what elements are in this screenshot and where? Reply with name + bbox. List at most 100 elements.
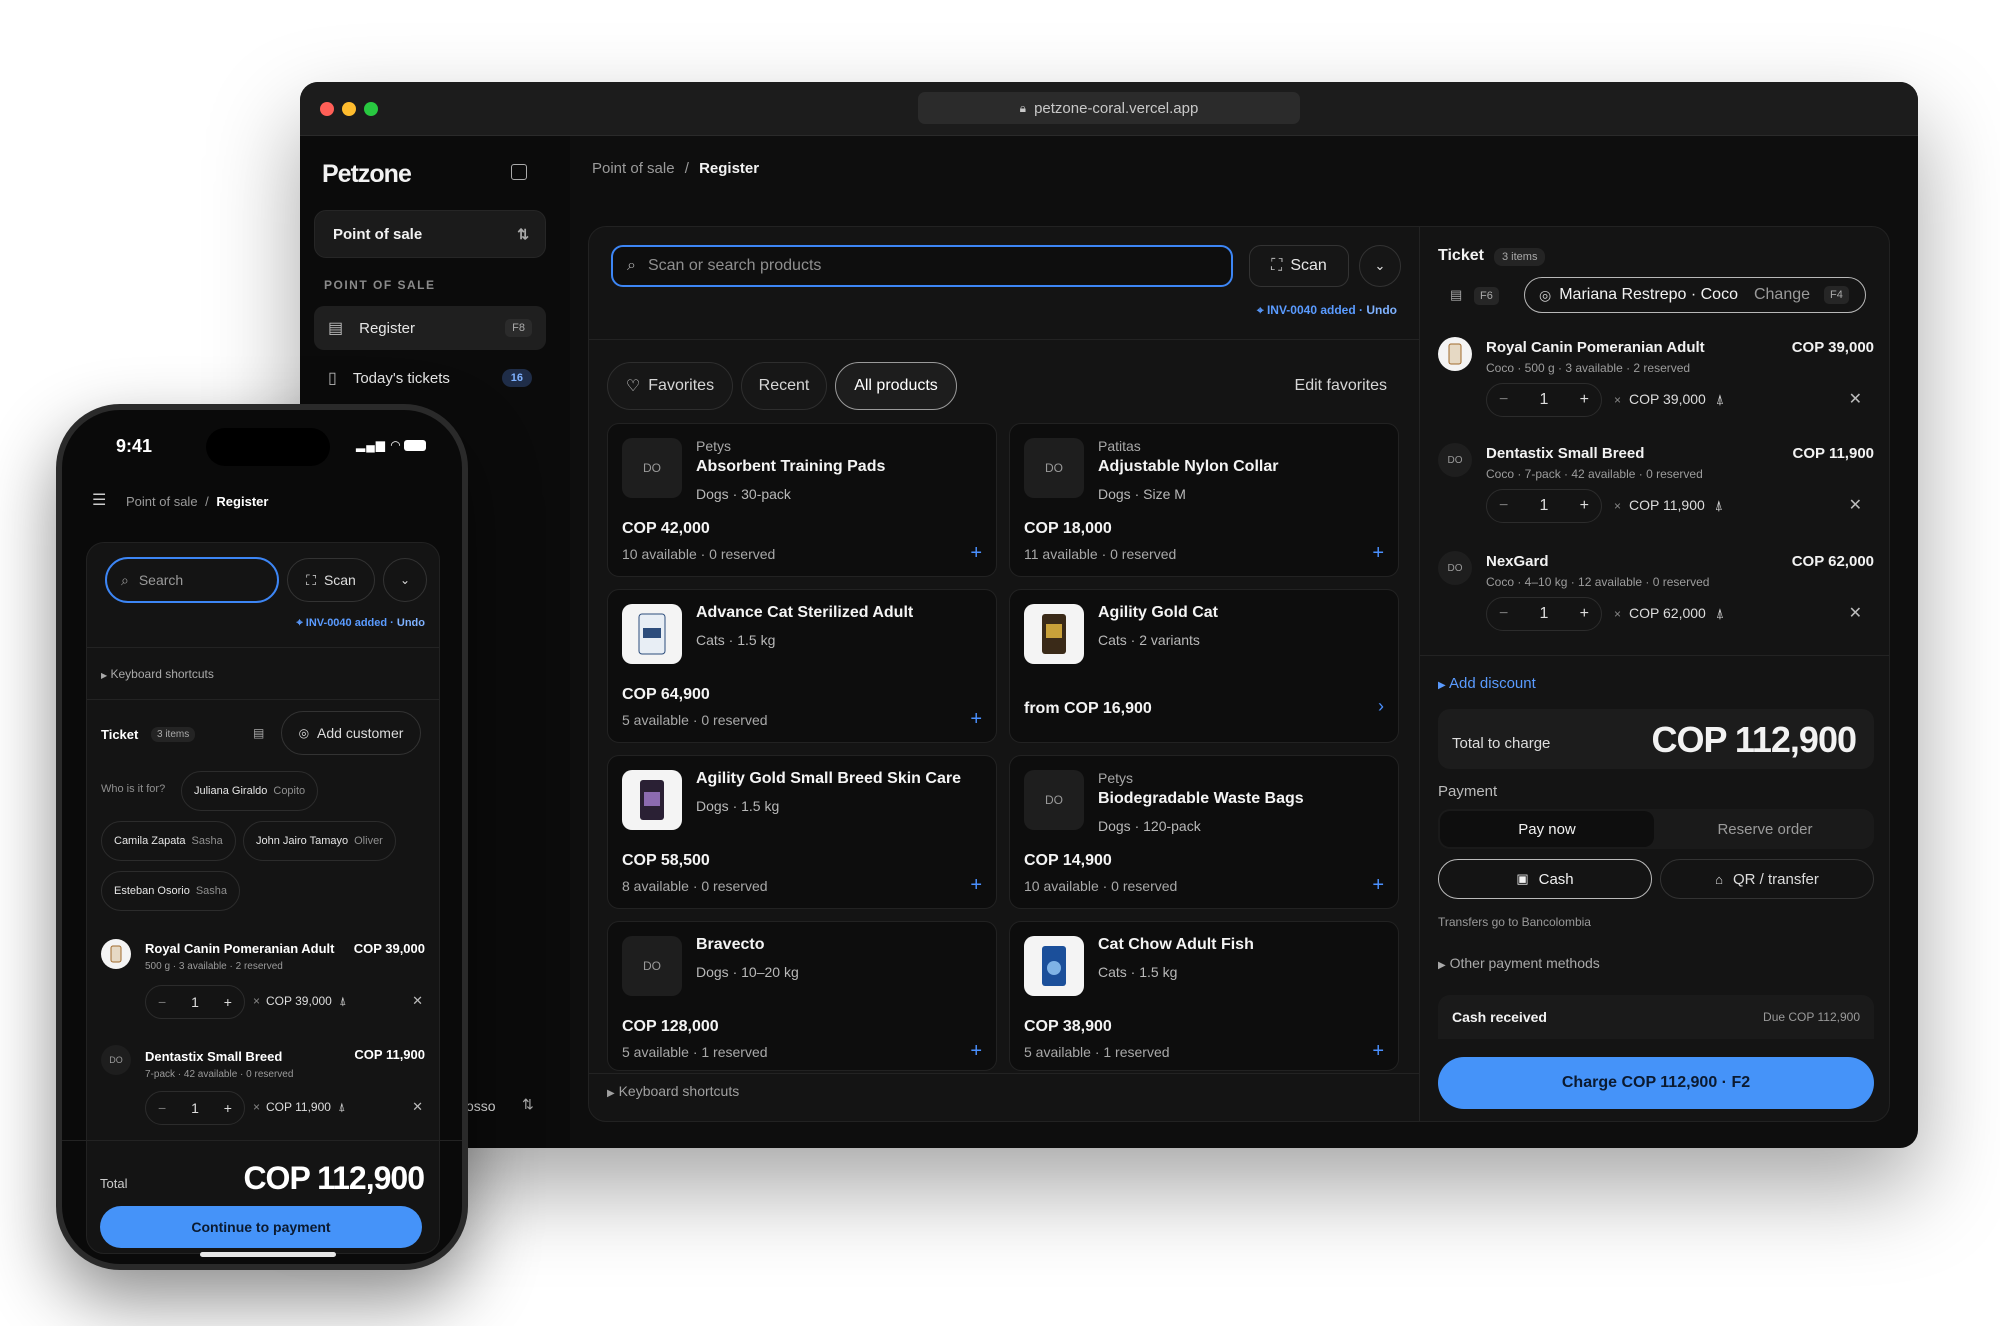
- scan-button[interactable]: ⛶ Scan: [1249, 245, 1349, 287]
- mode-select[interactable]: Point of sale ⇅: [314, 210, 546, 258]
- customer-chip[interactable]: Esteban Osorio Sasha: [101, 871, 241, 911]
- add-to-ticket-icon[interactable]: +: [970, 874, 982, 897]
- plus-icon[interactable]: +: [224, 994, 232, 1010]
- minus-icon[interactable]: −: [158, 1100, 166, 1116]
- remove-item-icon[interactable]: ✕: [1849, 603, 1862, 623]
- price-tag-icon[interactable]: ⍋: [1715, 497, 1723, 513]
- receipt-icon[interactable]: ▤: [1450, 287, 1462, 303]
- add-discount-toggle[interactable]: ▶ Add discount: [1438, 675, 1536, 692]
- phone-search-input[interactable]: ⌕ Search: [105, 557, 279, 603]
- product-card[interactable]: DO Petys Absorbent Training Pads Dogs · …: [607, 423, 997, 577]
- edit-favorites-button[interactable]: Edit favorites: [1295, 377, 1387, 395]
- breadcrumb-parent[interactable]: Point of sale: [592, 160, 675, 177]
- product-meta: Cats · 1.5 kg: [696, 632, 776, 648]
- user-circle-icon: ◎: [1539, 286, 1552, 303]
- maximize-window-button[interactable]: [364, 102, 378, 116]
- scan-options-button[interactable]: ⌄: [1359, 245, 1401, 287]
- add-to-ticket-icon[interactable]: +: [970, 542, 982, 565]
- sidebar-item-register[interactable]: ▤ Register F8: [314, 306, 546, 350]
- add-to-ticket-icon[interactable]: +: [970, 1040, 982, 1063]
- chevron-right-icon[interactable]: ›: [1378, 696, 1384, 717]
- remove-item-icon[interactable]: ✕: [412, 993, 423, 1009]
- customer-chip[interactable]: Camila Zapata Sasha: [101, 821, 236, 861]
- ticket-title: Ticket: [1438, 247, 1484, 264]
- quantity-stepper[interactable]: − 1 +: [1486, 597, 1602, 631]
- product-search-input[interactable]: ⌕ Scan or search products: [611, 245, 1233, 287]
- phone-scan-options-button[interactable]: ⌄: [383, 558, 427, 602]
- minimize-window-button[interactable]: [342, 102, 356, 116]
- minus-icon[interactable]: −: [1499, 497, 1508, 515]
- updown-icon[interactable]: ⇅: [522, 1096, 534, 1113]
- remove-item-icon[interactable]: ✕: [412, 1099, 423, 1115]
- sidebar-toggle-icon[interactable]: [511, 164, 527, 180]
- remove-item-icon[interactable]: ✕: [1849, 495, 1862, 515]
- product-meta: Cats · 2 variants: [1098, 632, 1200, 648]
- product-card[interactable]: Advance Cat Sterilized Adult Cats · 1.5 …: [607, 589, 997, 743]
- receipt-icon[interactable]: ▤: [253, 726, 264, 740]
- undo-link[interactable]: Undo: [397, 617, 425, 629]
- plus-icon[interactable]: +: [1580, 497, 1589, 515]
- price-tag-icon[interactable]: ⍋: [1716, 391, 1724, 407]
- tab-all-products[interactable]: All products: [835, 362, 957, 410]
- cash-method-button[interactable]: ▣ Cash: [1438, 859, 1652, 899]
- quantity-stepper[interactable]: − 1 +: [1486, 489, 1602, 523]
- times-icon: ×: [253, 994, 261, 1008]
- tab-favorites[interactable]: ♡ Favorites: [607, 362, 733, 410]
- price-tag-icon[interactable]: ⍋: [1716, 605, 1724, 621]
- tab-recent[interactable]: Recent: [741, 362, 827, 410]
- line-item-meta: Coco · 500 g · 3 available · 2 reserved: [1486, 361, 1691, 375]
- product-image: [101, 939, 131, 969]
- plus-icon[interactable]: +: [1580, 391, 1589, 409]
- phone-keyboard-shortcuts-toggle[interactable]: ▶ Keyboard shortcuts: [101, 667, 214, 681]
- product-card[interactable]: DO Bravecto Dogs · 10–20 kg COP 128,000 …: [607, 921, 997, 1071]
- customer-chip[interactable]: Juliana Giraldo Copito: [181, 771, 319, 811]
- product-name: Agility Gold Small Breed Skin Care: [696, 770, 961, 787]
- address-bar[interactable]: 🔒︎ petzone-coral.vercel.app: [918, 92, 1300, 124]
- charge-button[interactable]: Charge COP 112,900 · F2: [1438, 1057, 1874, 1109]
- qr-transfer-method-button[interactable]: ⌂ QR / transfer: [1660, 859, 1874, 899]
- product-card[interactable]: Agility Gold Small Breed Skin Care Dogs …: [607, 755, 997, 909]
- continue-to-payment-button[interactable]: Continue to payment: [100, 1206, 422, 1248]
- product-card[interactable]: DO Patitas Adjustable Nylon Collar Dogs …: [1009, 423, 1399, 577]
- add-to-ticket-icon[interactable]: +: [1372, 874, 1384, 897]
- product-image: [1438, 337, 1472, 371]
- phone-scan-button[interactable]: ⛶ Scan: [287, 558, 375, 602]
- reserve-order-option[interactable]: Reserve order: [1658, 811, 1872, 847]
- customer-chip[interactable]: John Jairo Tamayo Oliver: [243, 821, 396, 861]
- pay-now-option[interactable]: Pay now: [1440, 811, 1654, 847]
- cash-received-field[interactable]: Cash received Due COP 112,900: [1438, 995, 1874, 1039]
- add-customer-button[interactable]: ◎ Add customer: [281, 711, 421, 755]
- add-to-ticket-icon[interactable]: +: [970, 708, 982, 731]
- minus-icon[interactable]: −: [1499, 391, 1508, 409]
- plus-icon[interactable]: +: [1580, 605, 1589, 623]
- menu-icon[interactable]: ☰: [92, 490, 106, 510]
- product-price: COP 42,000: [622, 520, 710, 537]
- product-card[interactable]: DO Petys Biodegradable Waste Bags Dogs ·…: [1009, 755, 1399, 909]
- quantity-stepper[interactable]: − 1 +: [1486, 383, 1602, 417]
- price-tag-icon[interactable]: ⍋: [339, 994, 346, 1008]
- register-panel: ⌕ Scan or search products ⛶ Scan ⌄ ⌖ INV…: [588, 226, 1890, 1122]
- plus-icon[interactable]: +: [224, 1100, 232, 1116]
- unit-price: × COP 11,900 ⍋: [1614, 497, 1723, 514]
- keyboard-shortcuts-toggle[interactable]: ▶ Keyboard shortcuts: [607, 1083, 739, 1099]
- add-to-ticket-icon[interactable]: +: [1372, 1040, 1384, 1063]
- breadcrumb-parent[interactable]: Point of sale: [126, 494, 198, 509]
- line-item-meta: Coco · 7-pack · 42 available · 0 reserve…: [1486, 467, 1703, 481]
- remove-item-icon[interactable]: ✕: [1849, 389, 1862, 409]
- close-window-button[interactable]: [320, 102, 334, 116]
- sidebar-item-todays-tickets[interactable]: ▯ Today's tickets 16: [314, 356, 546, 400]
- minus-icon[interactable]: −: [1499, 605, 1508, 623]
- customer-select[interactable]: ◎ Mariana Restrepo · Coco Change F4: [1524, 277, 1866, 313]
- change-customer-link[interactable]: Change: [1754, 286, 1810, 304]
- quantity-stepper[interactable]: − 1 +: [145, 985, 245, 1019]
- quantity-stepper[interactable]: − 1 +: [145, 1091, 245, 1125]
- product-price: COP 14,900: [1024, 852, 1112, 869]
- line-item-meta: Coco · 4–10 kg · 12 available · 0 reserv…: [1486, 575, 1710, 589]
- price-tag-icon[interactable]: ⍋: [338, 1100, 345, 1114]
- product-card[interactable]: Agility Gold Cat Cats · 2 variants from …: [1009, 589, 1399, 743]
- product-card[interactable]: Cat Chow Adult Fish Cats · 1.5 kg COP 38…: [1009, 921, 1399, 1071]
- undo-link[interactable]: Undo: [1366, 303, 1397, 317]
- add-to-ticket-icon[interactable]: +: [1372, 542, 1384, 565]
- minus-icon[interactable]: −: [158, 994, 166, 1010]
- other-payment-methods-toggle[interactable]: ▶ Other payment methods: [1438, 955, 1600, 971]
